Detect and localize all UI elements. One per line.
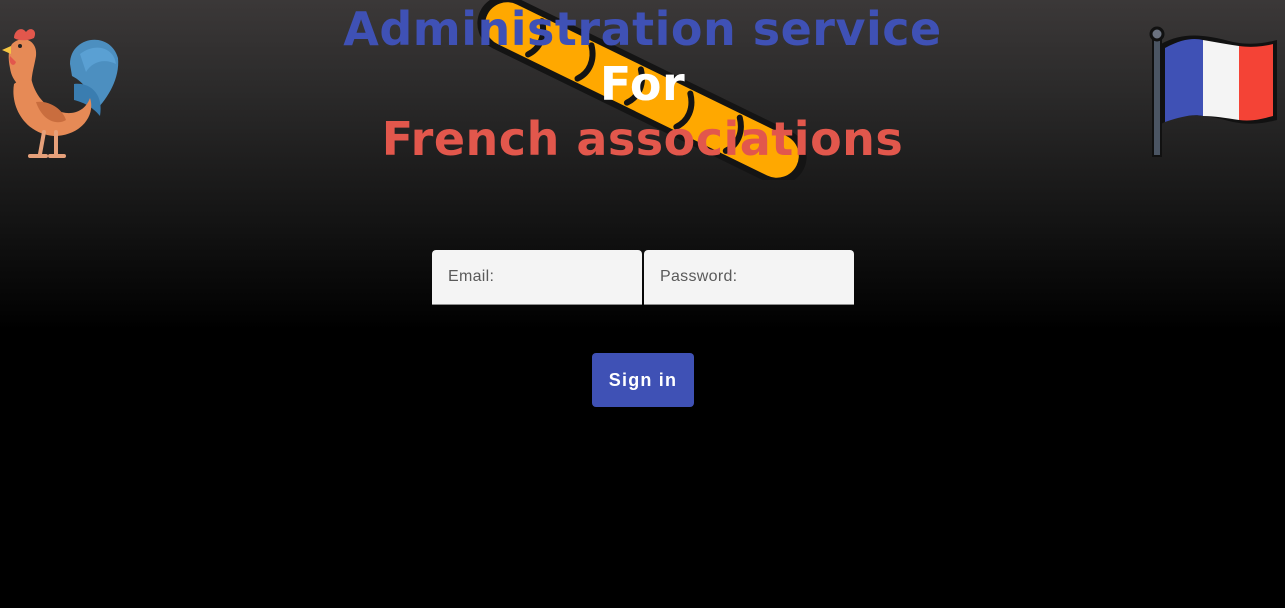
title-line-1: Administration service — [343, 2, 942, 56]
email-field[interactable]: Email: — [432, 250, 642, 305]
password-input[interactable] — [644, 250, 854, 304]
login-form: Email: Password: — [431, 250, 855, 305]
title-line-2: For — [599, 57, 686, 111]
password-field[interactable]: Password: — [644, 250, 854, 305]
email-input[interactable] — [432, 250, 642, 304]
title-line-3: French associations — [381, 112, 904, 166]
sign-in-button[interactable]: Sign in — [592, 353, 694, 407]
